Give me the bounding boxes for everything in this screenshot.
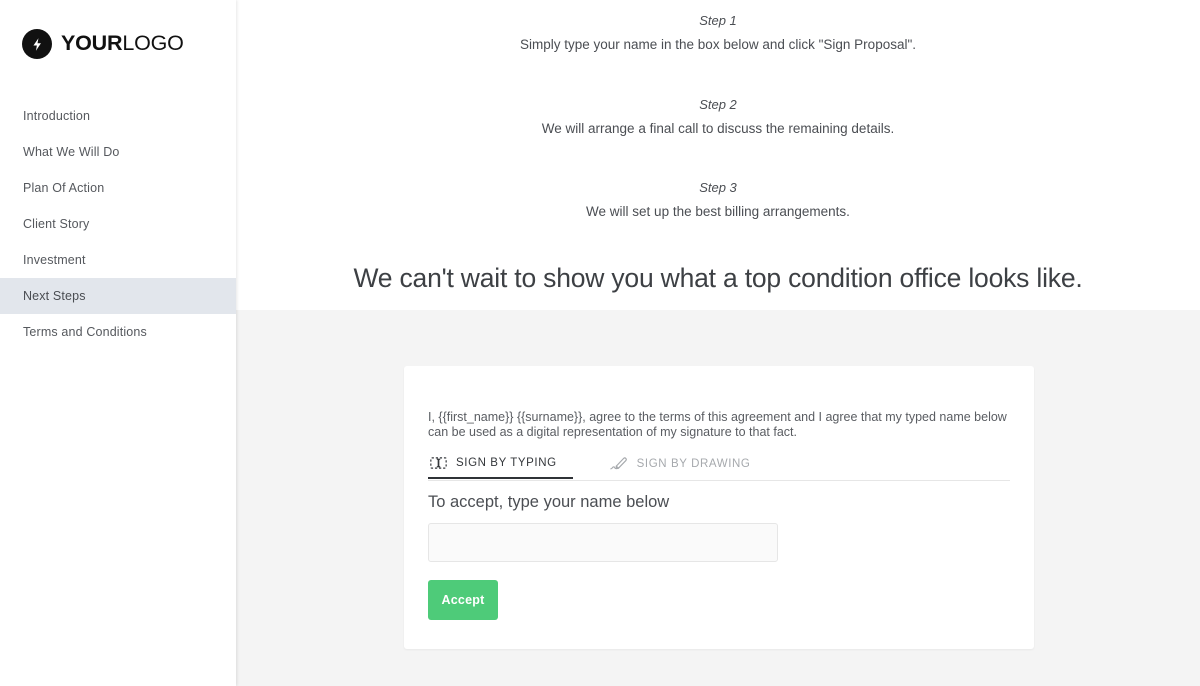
pen-signature-icon [609, 455, 629, 473]
sidebar-item-investment[interactable]: Investment [0, 242, 236, 278]
signature-name-input[interactable] [428, 523, 778, 562]
logo[interactable]: YOURLOGO [0, 0, 236, 62]
sidebar-item-label: Terms and Conditions [23, 325, 147, 339]
step-label: Step 1 [699, 13, 737, 28]
proposal-page: YOURLOGO Introduction What We Will Do Pl… [0, 0, 1200, 686]
step-item: Step 2 We will arrange a final call to d… [236, 92, 1200, 136]
accept-button[interactable]: Accept [428, 580, 498, 620]
sidebar-item-label: What We Will Do [23, 145, 120, 159]
tab-label: SIGN BY TYPING [456, 457, 557, 469]
main-content: Step 1 Simply type your name in the box … [236, 0, 1200, 686]
step-label: Step 3 [699, 180, 737, 195]
tab-label: SIGN BY DRAWING [636, 458, 751, 470]
logo-text: YOURLOGO [61, 33, 184, 55]
tab-sign-by-typing[interactable]: SIGN BY TYPING [428, 449, 573, 479]
step-text: We will arrange a final call to discuss … [541, 120, 895, 136]
sidebar-item-client-story[interactable]: Client Story [0, 206, 236, 242]
sidebar-item-label: Plan Of Action [23, 181, 105, 195]
logo-text-bold: YOUR [61, 31, 123, 56]
sidebar-item-what-we-will-do[interactable]: What We Will Do [0, 134, 236, 170]
signature-card: I, {{first_name}} {{surname}}, agree to … [404, 366, 1034, 649]
step-item: Step 3 We will set up the best billing a… [236, 175, 1200, 219]
logo-text-light: LOGO [122, 31, 184, 56]
sidebar-item-label: Client Story [23, 217, 90, 231]
accept-instruction-label: To accept, type your name below [428, 493, 670, 511]
sidebar-item-next-steps[interactable]: Next Steps [0, 278, 236, 314]
step-label: Step 2 [699, 96, 737, 112]
signature-section: I, {{first_name}} {{surname}}, agree to … [236, 310, 1200, 686]
page-headline: We can't wait to show you what a top con… [353, 262, 1083, 293]
signature-method-tabs: SIGN BY TYPING SIGN BY DRAWING [428, 449, 1010, 481]
step-text: We will set up the best billing arrangem… [586, 204, 850, 219]
tab-sign-by-drawing[interactable]: SIGN BY DRAWING [609, 449, 751, 479]
sidebar-item-plan-of-action[interactable]: Plan Of Action [0, 170, 236, 206]
sidebar: YOURLOGO Introduction What We Will Do Pl… [0, 0, 236, 686]
sidebar-item-label: Next Steps [23, 289, 86, 303]
sidebar-item-terms-and-conditions[interactable]: Terms and Conditions [0, 314, 236, 350]
step-text: Simply type your name in the box below a… [519, 37, 917, 52]
sidebar-item-label: Investment [23, 253, 86, 267]
sidebar-nav: Introduction What We Will Do Plan Of Act… [0, 98, 236, 350]
agreement-text: I, {{first_name}} {{surname}}, agree to … [428, 409, 1007, 440]
next-steps-section: Step 1 Simply type your name in the box … [236, 0, 1200, 310]
steps-list: Step 1 Simply type your name in the box … [236, 0, 1200, 219]
text-input-cursor-icon [428, 454, 448, 472]
lightning-bolt-icon [22, 29, 52, 59]
sidebar-item-label: Introduction [23, 109, 91, 123]
step-item: Step 1 Simply type your name in the box … [236, 8, 1200, 52]
sidebar-item-introduction[interactable]: Introduction [0, 98, 236, 134]
